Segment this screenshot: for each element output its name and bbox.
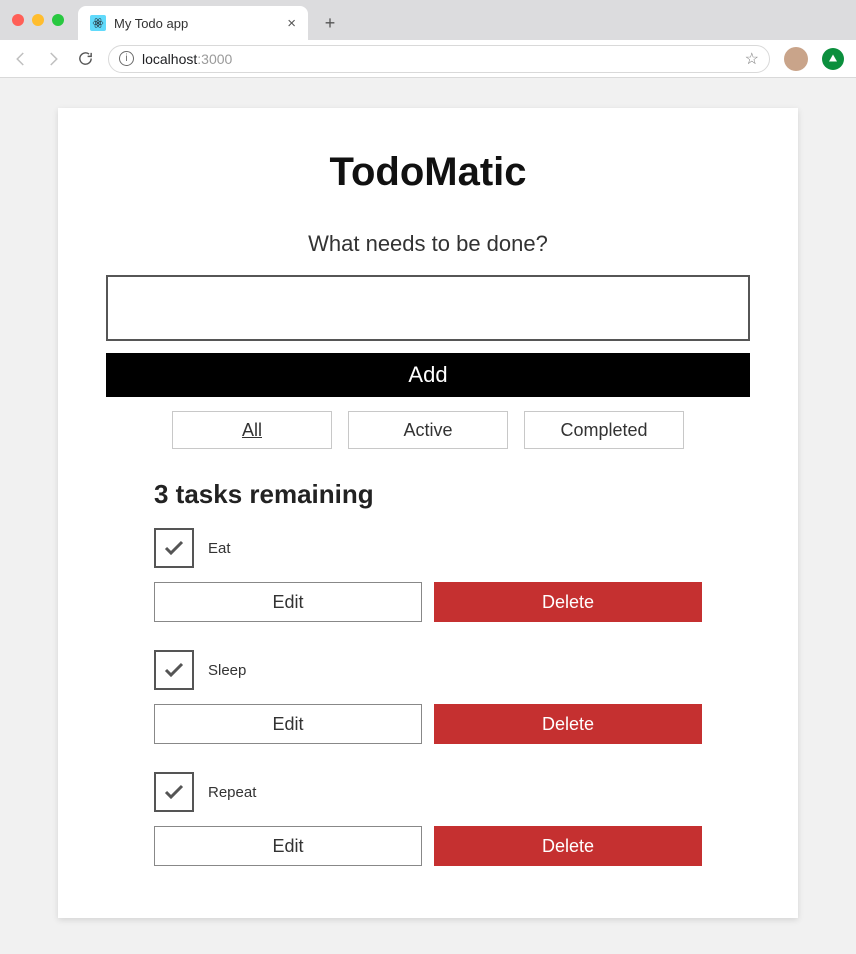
site-info-icon[interactable]: i (119, 51, 134, 66)
todo-item: Eat Edit Delete (154, 528, 702, 622)
address-bar: i localhost:3000 ☆ (0, 40, 856, 78)
edit-button[interactable]: Edit (154, 582, 422, 622)
checkmark-icon (162, 658, 186, 682)
todo-list: Eat Edit Delete Sleep Edit Delete (106, 528, 750, 866)
tab-title: My Todo app (114, 16, 188, 31)
tab-close-icon[interactable]: × (287, 16, 296, 31)
profile-avatar[interactable] (784, 47, 808, 71)
todo-checkbox[interactable] (154, 772, 194, 812)
forward-icon[interactable] (44, 50, 62, 68)
todo-checkbox[interactable] (154, 528, 194, 568)
new-todo-input[interactable] (106, 275, 750, 341)
back-icon[interactable] (12, 50, 30, 68)
filter-completed-button[interactable]: Completed (524, 411, 684, 449)
window-zoom-button[interactable] (52, 14, 64, 26)
todo-label: Sleep (208, 662, 246, 679)
edit-button[interactable]: Edit (154, 704, 422, 744)
extension-icon[interactable] (822, 48, 844, 70)
url-path: :3000 (197, 51, 232, 67)
delete-button[interactable]: Delete (434, 704, 702, 744)
window-minimize-button[interactable] (32, 14, 44, 26)
delete-button[interactable]: Delete (434, 582, 702, 622)
filter-active-button[interactable]: Active (348, 411, 508, 449)
filter-bar: All Active Completed (106, 411, 750, 449)
checkmark-icon (162, 780, 186, 804)
filter-all-button[interactable]: All (172, 411, 332, 449)
window-close-button[interactable] (12, 14, 24, 26)
bookmark-star-icon[interactable]: ☆ (745, 49, 759, 69)
todo-label: Eat (208, 540, 231, 557)
todo-item: Sleep Edit Delete (154, 650, 702, 744)
browser-chrome: My Todo app × + i localhost:3000 ☆ (0, 0, 856, 78)
window-controls (12, 0, 78, 40)
todo-item: Repeat Edit Delete (154, 772, 702, 866)
react-favicon-icon (90, 15, 106, 31)
url-host: localhost (142, 51, 197, 67)
browser-tab[interactable]: My Todo app × (78, 6, 308, 40)
reload-icon[interactable] (76, 50, 94, 68)
new-todo-prompt: What needs to be done? (106, 231, 750, 257)
add-button[interactable]: Add (106, 353, 750, 397)
todo-app: TodoMatic What needs to be done? Add All… (58, 108, 798, 918)
url-input[interactable]: i localhost:3000 ☆ (108, 45, 770, 73)
todo-label: Repeat (208, 784, 256, 801)
todo-checkbox[interactable] (154, 650, 194, 690)
delete-button[interactable]: Delete (434, 826, 702, 866)
edit-button[interactable]: Edit (154, 826, 422, 866)
tasks-remaining-heading: 3 tasks remaining (106, 479, 750, 510)
new-tab-button[interactable]: + (316, 9, 344, 37)
app-title: TodoMatic (106, 150, 750, 195)
tab-strip: My Todo app × + (0, 0, 856, 40)
checkmark-icon (162, 536, 186, 560)
page-viewport: TodoMatic What needs to be done? Add All… (0, 78, 856, 948)
